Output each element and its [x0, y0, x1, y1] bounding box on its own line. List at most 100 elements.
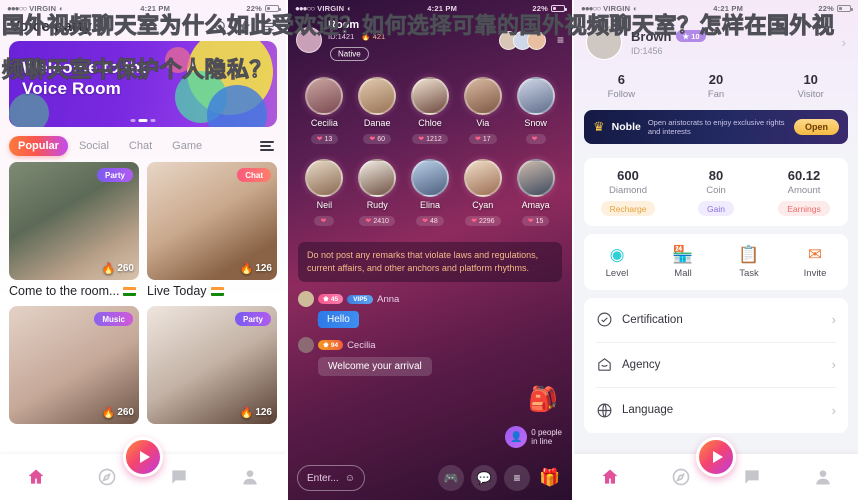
tab-popular[interactable]: Popular — [9, 136, 68, 156]
avatar[interactable] — [463, 77, 502, 116]
stat-value: 10 — [803, 72, 818, 87]
heart-icon: ❤ — [369, 136, 376, 144]
banner-dot[interactable] — [130, 119, 136, 122]
nav-messages-icon[interactable] — [169, 467, 189, 487]
avatar[interactable] — [516, 77, 555, 116]
gain-button[interactable]: Gain — [698, 201, 734, 216]
nav-live-button[interactable] — [696, 437, 736, 477]
avatar[interactable] — [358, 159, 397, 198]
chevron-right-icon[interactable]: › — [832, 357, 836, 372]
seat-item[interactable]: Amaya ❤ 15 — [509, 159, 562, 228]
seat-item[interactable]: Danae ❤ 60 — [351, 77, 404, 146]
treasure-chest-icon[interactable]: 🎒 — [528, 385, 558, 414]
list-item-certification[interactable]: Certification › — [596, 298, 836, 343]
room-thumbnail[interactable]: Chat 🔥 126 — [147, 162, 277, 280]
wallet-amount[interactable]: 60.12 Amount Earnings — [760, 168, 848, 217]
room-thumbnail[interactable]: Party 🔥 260 — [9, 162, 139, 280]
avatar[interactable] — [305, 159, 344, 198]
noble-banner[interactable]: ♛ Noble Open aristocrats to enjoy exclus… — [584, 110, 848, 144]
room-thumbnail[interactable]: Party 🔥 126 — [147, 306, 277, 424]
room-card[interactable]: Music 🔥 260 — [9, 306, 139, 424]
list-item-language[interactable]: Language › — [596, 388, 836, 433]
seat-count: ❤ — [525, 134, 546, 145]
promo-banner[interactable]: Welcome to the Voice Room — [9, 41, 277, 127]
quick-action-mall[interactable]: 🏪 Mall — [650, 246, 716, 279]
star-icon[interactable] — [237, 19, 252, 34]
stat-visitor[interactable]: 10 Visitor — [763, 72, 858, 100]
room-menu-icon[interactable]: ≡ — [557, 33, 564, 47]
tab-game[interactable]: Game — [163, 136, 211, 156]
quick-action-task[interactable]: 📋 Task — [716, 246, 782, 279]
nav-profile-icon[interactable] — [240, 467, 260, 487]
nav-messages-icon[interactable] — [742, 467, 762, 487]
avatar[interactable] — [410, 159, 449, 198]
gift-icon[interactable]: 🎁 — [537, 465, 563, 491]
search-icon[interactable] — [213, 19, 228, 34]
earnings-button[interactable]: Earnings — [778, 201, 830, 216]
avatar[interactable] — [358, 77, 397, 116]
seat-item[interactable]: Chloe ❤ 1212 — [404, 77, 457, 146]
room-thumbnail[interactable]: Music 🔥 260 — [9, 306, 139, 424]
stat-follow[interactable]: 6 Follow — [574, 72, 669, 100]
nav-profile-icon[interactable] — [813, 467, 833, 487]
quick-action-level[interactable]: ◉ Level — [584, 246, 650, 279]
room-tag: Party — [234, 312, 271, 326]
banner-dot-active[interactable] — [138, 119, 148, 122]
seat-item[interactable]: Snow ❤ — [509, 77, 562, 146]
avatar[interactable] — [463, 159, 502, 198]
more-menu-icon[interactable]: ≡ — [504, 465, 530, 491]
profile-header[interactable]: Brown ★ 10 ID:1456 › — [574, 16, 858, 70]
chevron-right-icon[interactable]: › — [832, 403, 836, 418]
heart-icon: ❤ — [418, 136, 425, 144]
nav-home-icon[interactable] — [26, 467, 46, 487]
avatar[interactable] — [526, 30, 546, 50]
seat-grid: Cecilia ❤ 13 Danae ❤ 60 Chloe ❤ 1212 Via ❤ 17 Sn… — [288, 61, 572, 228]
seat-item[interactable]: Elina ❤ 48 — [404, 159, 457, 228]
chat-bubble-icon[interactable]: 💬 — [471, 465, 497, 491]
room-card[interactable]: Party 🔥 260 Come to the room... — [9, 162, 139, 298]
avatar[interactable] — [305, 77, 344, 116]
seat-item[interactable]: Neil ❤ — [298, 159, 351, 228]
avatar[interactable] — [298, 291, 314, 308]
stat-fan[interactable]: 20 Fan — [669, 72, 764, 100]
stat-value: 20 — [708, 72, 724, 87]
tab-chat[interactable]: Chat — [120, 136, 161, 156]
seat-item[interactable]: Cecilia ❤ 13 — [298, 77, 351, 146]
tab-list-menu-icon[interactable] — [260, 141, 278, 151]
wallet-diamond[interactable]: 600 Diamond Recharge — [584, 168, 672, 217]
list-header: Voice party — [0, 16, 286, 39]
menu-icon[interactable] — [261, 19, 276, 34]
seat-item[interactable]: Rudy ❤ 2410 — [351, 159, 404, 228]
wallet-coin[interactable]: 80 Coin Gain — [672, 168, 760, 217]
nav-discover-icon[interactable] — [671, 467, 691, 487]
queue-indicator[interactable]: 👤 0 people in line — [505, 426, 562, 448]
chat-input[interactable]: Enter... ☺ — [297, 465, 365, 491]
room-host-avatar[interactable] — [296, 27, 322, 54]
banner-pagination[interactable] — [130, 119, 156, 122]
seat-item[interactable]: Cyan ❤ 2296 — [456, 159, 509, 228]
room-follow-button[interactable]: Native — [330, 46, 369, 61]
room-top-contributors[interactable] — [498, 30, 546, 50]
game-controller-icon[interactable]: 🎮 — [438, 465, 464, 491]
quick-action-invite[interactable]: ✉ Invite — [782, 246, 848, 279]
avatar[interactable] — [298, 337, 314, 354]
nav-live-button[interactable] — [123, 437, 163, 477]
noble-open-button[interactable]: Open — [793, 119, 839, 135]
nav-home-icon[interactable] — [600, 467, 620, 487]
recharge-button[interactable]: Recharge — [600, 201, 656, 216]
tab-social[interactable]: Social — [70, 136, 118, 156]
chevron-right-icon[interactable]: › — [832, 312, 836, 327]
avatar[interactable] — [586, 24, 622, 60]
seat-item[interactable]: Via ❤ 17 — [456, 77, 509, 146]
banner-dot[interactable] — [150, 119, 156, 122]
avatar[interactable] — [516, 159, 555, 198]
list-item-agency[interactable]: Agency › — [596, 343, 836, 388]
bottom-navigation — [574, 437, 858, 500]
chevron-right-icon[interactable]: › — [842, 35, 846, 50]
room-card[interactable]: Chat 🔥 126 Live Today — [147, 162, 277, 298]
nav-discover-icon[interactable] — [97, 467, 117, 487]
avatar[interactable] — [410, 77, 449, 116]
emoji-icon[interactable]: ☺ — [345, 473, 355, 484]
room-card[interactable]: Party 🔥 126 — [147, 306, 277, 424]
status-bar: ●●●○○ VIRGIN ◐ 4:21 PM 22% — [574, 0, 858, 16]
